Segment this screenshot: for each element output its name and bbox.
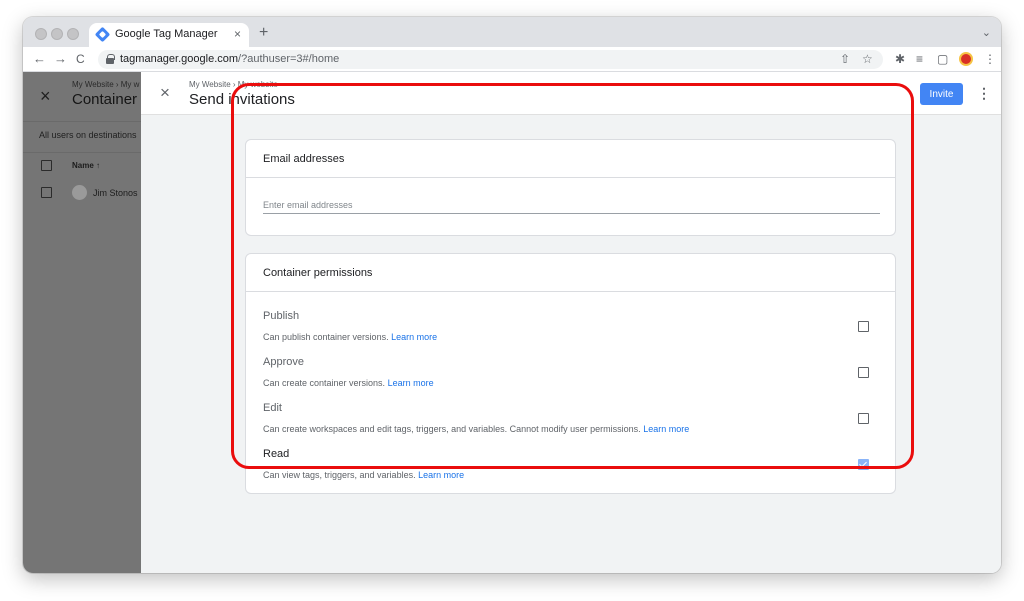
share-icon[interactable]: ⇧ bbox=[840, 52, 850, 66]
panel-subtitle: All users on destinations bbox=[39, 130, 137, 140]
page-title: Send invitations bbox=[189, 91, 295, 108]
url-host: tagmanager.google.com bbox=[120, 53, 239, 65]
browser-tab[interactable]: Google Tag Manager × bbox=[89, 23, 249, 47]
name-column-header[interactable]: Name ↑ bbox=[72, 161, 100, 170]
user-row-checkbox[interactable] bbox=[41, 187, 52, 198]
learn-more-link[interactable]: Learn more bbox=[643, 424, 689, 434]
maximize-window-button[interactable] bbox=[67, 28, 79, 40]
panel-title: Container bbox=[72, 91, 138, 108]
permission-publish-description: Can publish container versions. Learn mo… bbox=[263, 332, 437, 342]
learn-more-link[interactable]: Learn more bbox=[391, 332, 437, 342]
tab-search-icon[interactable]: ⌄ bbox=[982, 26, 991, 39]
permission-approve-description: Can create container versions. Learn mor… bbox=[263, 378, 434, 388]
browser-toolbar: ← → C tagmanager.google.com/?authuser=3#… bbox=[23, 47, 1001, 72]
panel-header: × My Website › My w Container bbox=[23, 72, 141, 122]
permissions-section-title: Container permissions bbox=[263, 267, 373, 279]
reload-icon[interactable]: C bbox=[76, 51, 85, 67]
approve-checkbox[interactable] bbox=[858, 367, 869, 378]
container-permissions-card: Container permissions Publish Can publis… bbox=[245, 253, 896, 494]
forward-arrow-icon[interactable]: → bbox=[54, 51, 67, 67]
select-all-checkbox[interactable] bbox=[41, 160, 52, 171]
panel-breadcrumb: My Website › My w bbox=[72, 80, 140, 89]
permission-edit-text: Can create workspaces and edit tags, tri… bbox=[263, 424, 641, 434]
permission-read-description: Can view tags, triggers, and variables. … bbox=[263, 470, 464, 480]
reading-list-icon[interactable]: ≡ bbox=[916, 52, 923, 66]
permission-edit-name: Edit bbox=[263, 402, 282, 414]
container-users-panel: × My Website › My w Container All users … bbox=[23, 72, 141, 573]
permission-read-text: Can view tags, triggers, and variables. bbox=[263, 470, 416, 480]
new-tab-button[interactable]: + bbox=[259, 25, 268, 41]
breadcrumb[interactable]: My Website › My website bbox=[189, 80, 278, 89]
invite-button[interactable]: Invite bbox=[920, 83, 963, 105]
dialog-header: × My Website › My website Send invitatio… bbox=[141, 72, 1001, 115]
profile-avatar[interactable] bbox=[959, 52, 973, 66]
tag-manager-icon bbox=[94, 26, 111, 43]
address-bar[interactable]: tagmanager.google.com/?authuser=3#/home … bbox=[98, 50, 883, 69]
permission-read-name: Read bbox=[263, 448, 290, 460]
divider bbox=[23, 152, 141, 153]
email-input[interactable] bbox=[263, 196, 880, 214]
learn-more-link[interactable]: Learn more bbox=[388, 378, 434, 388]
permission-publish-name: Publish bbox=[263, 310, 300, 322]
send-invitations-dialog: × My Website › My website Send invitatio… bbox=[141, 72, 1001, 573]
user-avatar bbox=[72, 185, 87, 200]
learn-more-link[interactable]: Learn more bbox=[418, 470, 464, 480]
url-path: /?authuser=3#/home bbox=[238, 53, 340, 65]
email-section-title: Email addresses bbox=[263, 153, 345, 165]
user-name[interactable]: Jim Stonos bbox=[93, 188, 138, 198]
browser-window: Google Tag Manager × + ⌄ ← → C tagmanage… bbox=[23, 17, 1001, 573]
minimize-window-button[interactable] bbox=[51, 28, 63, 40]
email-addresses-card: Email addresses bbox=[245, 139, 896, 236]
more-options-icon[interactable]: ⋮ bbox=[977, 85, 991, 101]
tab-title: Google Tag Manager bbox=[115, 28, 218, 40]
read-checkbox[interactable] bbox=[858, 459, 869, 470]
page-content: × My Website › My w Container All users … bbox=[23, 72, 1001, 573]
back-arrow-icon[interactable]: ← bbox=[33, 51, 46, 67]
extensions-icon[interactable]: ✱ bbox=[895, 52, 905, 66]
permissions-card-header: Container permissions bbox=[246, 254, 895, 292]
side-panel-icon[interactable]: ▢ bbox=[937, 52, 948, 66]
publish-checkbox[interactable] bbox=[858, 321, 869, 332]
tab-close-icon[interactable]: × bbox=[234, 27, 241, 41]
edit-checkbox[interactable] bbox=[858, 413, 869, 424]
lock-icon[interactable] bbox=[106, 54, 115, 64]
permission-publish-text: Can publish container versions. bbox=[263, 332, 389, 342]
close-icon[interactable]: × bbox=[160, 84, 170, 101]
close-window-button[interactable] bbox=[35, 28, 47, 40]
tab-strip: Google Tag Manager × + ⌄ bbox=[23, 17, 1001, 47]
url-text[interactable]: tagmanager.google.com/?authuser=3#/home bbox=[120, 53, 339, 65]
browser-menu-icon[interactable]: ⋮ bbox=[984, 52, 996, 66]
permission-edit-description: Can create workspaces and edit tags, tri… bbox=[263, 424, 689, 434]
permission-approve-name: Approve bbox=[263, 356, 304, 368]
permission-approve-text: Can create container versions. bbox=[263, 378, 386, 388]
bookmark-star-icon[interactable]: ☆ bbox=[862, 52, 873, 66]
panel-close-icon[interactable]: × bbox=[40, 86, 51, 107]
email-card-header: Email addresses bbox=[246, 140, 895, 178]
